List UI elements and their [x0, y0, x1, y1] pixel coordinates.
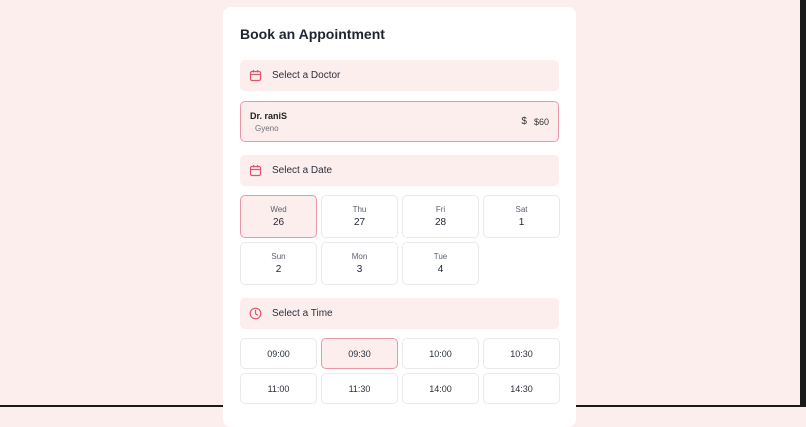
date-option[interactable]: Sat 1 [483, 195, 560, 238]
calendar-icon [249, 164, 262, 177]
time-grid: 09:00 09:30 10:00 10:30 11:00 11:30 14:0… [240, 338, 559, 404]
doctor-price: $ $60 [521, 116, 549, 127]
calendar-icon [249, 69, 262, 82]
date-option[interactable]: Tue 4 [402, 242, 479, 285]
date-option[interactable]: Sun 2 [240, 242, 317, 285]
time-slot[interactable]: 10:00 [402, 338, 479, 369]
select-doctor-label: Select a Doctor [272, 70, 340, 81]
date-weekday: Fri [403, 205, 478, 214]
date-weekday: Mon [322, 252, 397, 261]
select-time-label: Select a Time [272, 308, 333, 319]
date-weekday: Thu [322, 205, 397, 214]
select-doctor-header: Select a Doctor [240, 60, 559, 91]
date-day: 27 [322, 217, 397, 228]
date-day: 3 [322, 264, 397, 275]
doctor-specialty: Gyeno [255, 124, 549, 133]
page-title: Book an Appointment [240, 26, 559, 44]
date-day: 1 [484, 217, 559, 228]
date-day: 28 [403, 217, 478, 228]
select-date-header: Select a Date [240, 155, 559, 186]
dollar-icon: $ [521, 116, 527, 127]
clock-icon [249, 307, 262, 320]
date-weekday: Wed [241, 205, 316, 214]
date-option[interactable]: Wed 26 [240, 195, 317, 238]
select-time-header: Select a Time [240, 298, 559, 329]
time-slot[interactable]: 09:00 [240, 338, 317, 369]
time-slot[interactable]: 14:30 [483, 373, 560, 404]
select-date-label: Select a Date [272, 165, 332, 176]
date-grid: Wed 26 Thu 27 Fri 28 Sat 1 Sun 2 Mon 3 Tue 4 [240, 195, 559, 285]
time-slot[interactable]: 10:30 [483, 338, 560, 369]
date-day: 2 [241, 264, 316, 275]
date-weekday: Sat [484, 205, 559, 214]
time-slot[interactable]: 14:00 [402, 373, 479, 404]
date-option[interactable]: Fri 28 [402, 195, 479, 238]
date-weekday: Sun [241, 252, 316, 261]
doctor-name: Dr. raniS [250, 111, 549, 121]
appointment-card: Book an Appointment Select a Doctor Dr. … [223, 7, 576, 427]
time-slot[interactable]: 09:30 [321, 338, 398, 369]
window-scrollbar[interactable] [800, 0, 806, 407]
date-option[interactable]: Mon 3 [321, 242, 398, 285]
time-slot[interactable]: 11:00 [240, 373, 317, 404]
time-slot[interactable]: 11:30 [321, 373, 398, 404]
doctor-price-value: $60 [534, 117, 549, 127]
doctor-option-card[interactable]: Dr. raniS Gyeno $ $60 [240, 101, 559, 142]
date-weekday: Tue [403, 252, 478, 261]
date-option[interactable]: Thu 27 [321, 195, 398, 238]
date-day: 26 [241, 217, 316, 228]
date-day: 4 [403, 264, 478, 275]
